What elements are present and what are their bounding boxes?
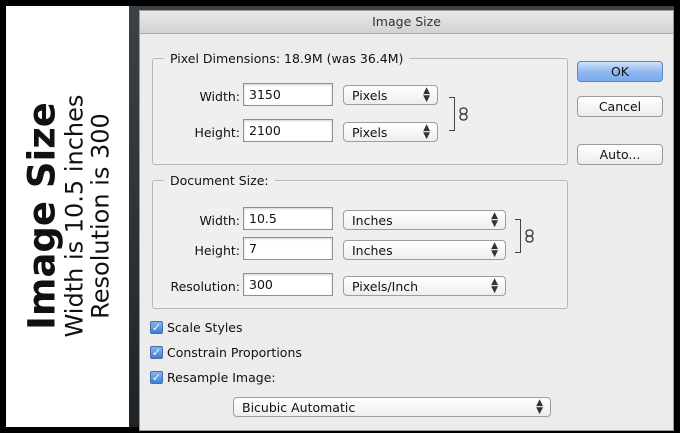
- doc-width-unit-select[interactable]: Inches ▲ ▼: [343, 210, 506, 230]
- side-caption: Image Size Width is 10.5 inches Resoluti…: [20, 94, 115, 338]
- ok-button[interactable]: OK: [577, 61, 663, 82]
- dialog-titlebar[interactable]: Image Size: [140, 11, 673, 34]
- checkmark-icon: ✓: [150, 370, 163, 384]
- doc-height-label: Height:: [194, 243, 240, 258]
- resample-image-checkbox[interactable]: ✓ Resample Image:: [150, 369, 276, 385]
- document-link-bracket: [515, 219, 521, 253]
- resolution-unit-select[interactable]: Pixels/Inch ▲ ▼: [343, 276, 506, 296]
- cancel-button[interactable]: Cancel: [577, 96, 663, 117]
- chain-link-icon: [459, 107, 468, 121]
- resample-method-select[interactable]: Bicubic Automatic ▲ ▼: [233, 397, 551, 417]
- resolution-input[interactable]: 300: [243, 273, 333, 296]
- pixel-dimensions-group: Pixel Dimensions: 18.9M (was 36.4M): [152, 51, 568, 165]
- pixel-width-label: Width:: [199, 89, 240, 104]
- resolution-unit-value: Pixels/Inch: [352, 279, 419, 294]
- select-arrows-icon: ▲ ▼: [423, 123, 430, 141]
- doc-width-label: Width:: [199, 213, 240, 228]
- pixel-width-unit-select[interactable]: Pixels ▲ ▼: [343, 85, 438, 105]
- constrain-proportions-label: Constrain Proportions: [167, 344, 302, 360]
- auto-button[interactable]: Auto...: [577, 144, 663, 165]
- select-arrows-icon: ▲ ▼: [491, 211, 498, 229]
- pixel-height-unit-value: Pixels: [352, 125, 388, 140]
- resample-method-value: Bicubic Automatic: [242, 400, 356, 415]
- resample-image-label: Resample Image:: [167, 369, 276, 385]
- select-arrows-icon: ▲ ▼: [491, 277, 498, 295]
- caption-width-line: Width is 10.5 inches: [60, 94, 89, 338]
- doc-width-unit-value: Inches: [352, 213, 393, 228]
- pixel-width-input[interactable]: 3150: [243, 83, 333, 106]
- select-arrows-icon: ▲ ▼: [423, 86, 430, 104]
- pixel-height-input[interactable]: 2100: [243, 119, 333, 142]
- pixel-height-label: Height:: [194, 125, 240, 140]
- pixel-link-bracket: [449, 97, 455, 131]
- caption-title: Image Size: [20, 102, 64, 330]
- select-arrows-icon: ▲ ▼: [536, 398, 543, 416]
- scale-styles-checkbox[interactable]: ✓ Scale Styles: [150, 319, 243, 335]
- select-arrows-icon: ▲ ▼: [491, 241, 498, 259]
- checkmark-icon: ✓: [150, 345, 163, 359]
- image-size-dialog: Image Size Pixel Dimensions: 18.9M (was …: [139, 10, 674, 431]
- checkmark-icon: ✓: [150, 320, 163, 334]
- doc-width-input[interactable]: 10.5: [243, 207, 333, 230]
- doc-height-unit-select[interactable]: Inches ▲ ▼: [343, 240, 506, 260]
- document-size-legend: Document Size:: [170, 173, 269, 188]
- constrain-proportions-checkbox[interactable]: ✓ Constrain Proportions: [150, 344, 302, 360]
- pixel-width-unit-value: Pixels: [352, 88, 388, 103]
- scale-styles-label: Scale Styles: [167, 319, 243, 335]
- caption-resolution-line: Resolution is 300: [86, 113, 115, 319]
- doc-height-unit-value: Inches: [352, 243, 393, 258]
- pixel-dimensions-legend: Pixel Dimensions: 18.9M (was 36.4M): [170, 51, 404, 66]
- doc-height-input[interactable]: 7: [243, 237, 333, 260]
- chain-link-icon: [525, 229, 534, 243]
- resolution-label: Resolution:: [170, 279, 240, 294]
- side-caption-panel: Image Size Width is 10.5 inches Resoluti…: [6, 6, 129, 427]
- pixel-height-unit-select[interactable]: Pixels ▲ ▼: [343, 122, 438, 142]
